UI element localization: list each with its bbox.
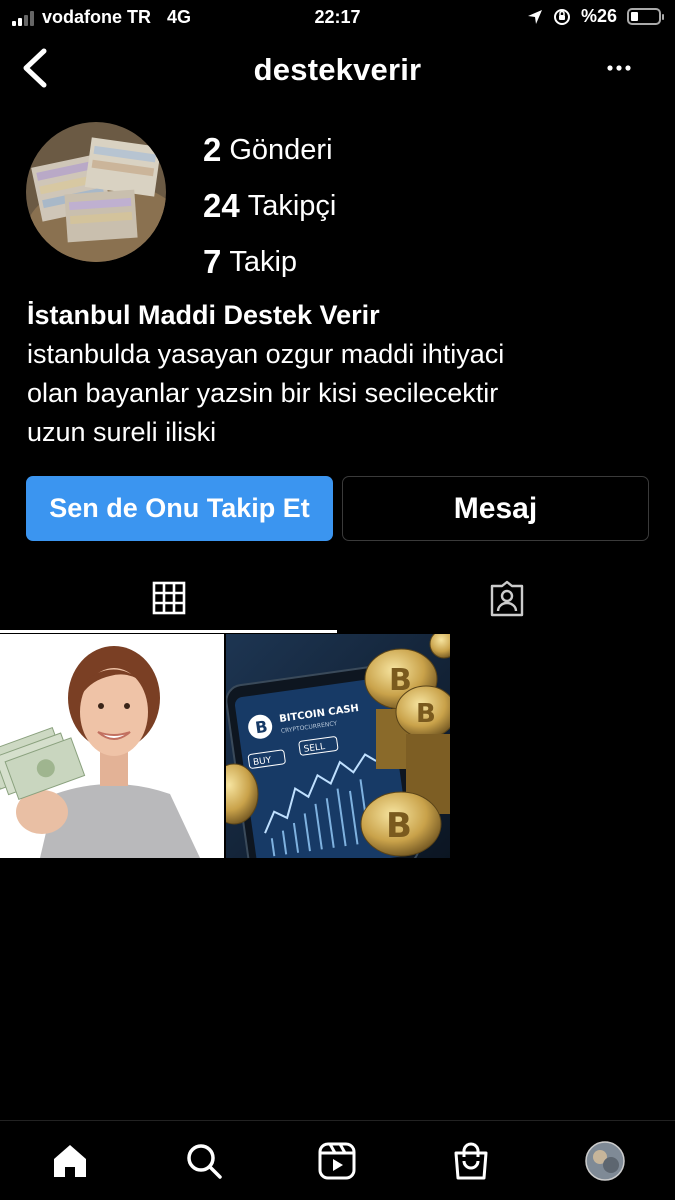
stat-count: 24	[203, 187, 240, 224]
post-thumbnail-1[interactable]	[0, 634, 224, 858]
more-options-button[interactable]	[599, 54, 639, 82]
stat-label: Gönderi	[229, 133, 333, 166]
bio-line: uzun sureli iliski	[27, 417, 217, 447]
stat-label: Takip	[229, 245, 298, 278]
stat-posts[interactable]: 2 Gönderi	[203, 122, 336, 178]
stat-label: Takipçi	[247, 189, 337, 222]
reels-icon	[318, 1142, 356, 1180]
search-icon	[187, 1144, 222, 1179]
nav-shop[interactable]	[449, 1139, 493, 1183]
profile-header: destekverir	[0, 40, 675, 100]
grid-icon	[152, 581, 185, 614]
avatar	[585, 1141, 625, 1181]
profile-tabs	[0, 565, 675, 633]
message-button[interactable]: Mesaj	[342, 476, 649, 541]
bio-line: olan bayanlar yazsin bir kisi secilecekt…	[27, 378, 499, 408]
stat-followers[interactable]: 24 Takipçi	[203, 178, 336, 234]
nav-profile[interactable]	[583, 1139, 627, 1183]
avatar[interactable]	[26, 122, 166, 262]
status-bar: vodafone TR 4G 22:17 %26	[0, 0, 675, 36]
profile-stats: 2 Gönderi 24 Takipçi 7 Takip	[203, 122, 336, 290]
more-horizontal-icon	[607, 65, 631, 71]
svg-text:B: B	[416, 699, 436, 729]
stat-following[interactable]: 7 Takip	[203, 234, 336, 290]
tagged-person-icon	[490, 580, 523, 617]
orientation-lock-icon	[553, 8, 570, 25]
post-thumbnail-2[interactable]: B BITCOIN CASH CRYPTOCURRENCY BUY SELL B	[226, 634, 450, 858]
battery-percent: %26	[580, 6, 617, 26]
page-title: destekverir	[253, 52, 422, 87]
follow-button[interactable]: Sen de Onu Takip Et	[26, 476, 333, 541]
shopping-bag-icon	[454, 1142, 488, 1180]
stat-count: 2	[203, 131, 222, 168]
stat-count: 7	[203, 243, 222, 280]
profile-bio: İstanbul Maddi Destek Verir istanbulda y…	[27, 296, 657, 452]
location-arrow-icon	[527, 9, 542, 24]
nav-home[interactable]	[48, 1139, 92, 1183]
svg-text:B: B	[386, 806, 412, 846]
nav-search[interactable]	[182, 1139, 226, 1183]
status-right: %26	[527, 6, 664, 27]
profile-name: İstanbul Maddi Destek Verir	[27, 300, 380, 330]
nav-reels[interactable]	[315, 1139, 359, 1183]
battery-icon	[627, 8, 664, 25]
tab-grid[interactable]	[0, 565, 337, 633]
bio-line: istanbulda yasayan ozgur maddi ihtiyaci	[27, 339, 505, 369]
bottom-navigation	[0, 1120, 675, 1200]
home-icon	[54, 1145, 86, 1177]
tab-tagged[interactable]	[338, 565, 675, 633]
